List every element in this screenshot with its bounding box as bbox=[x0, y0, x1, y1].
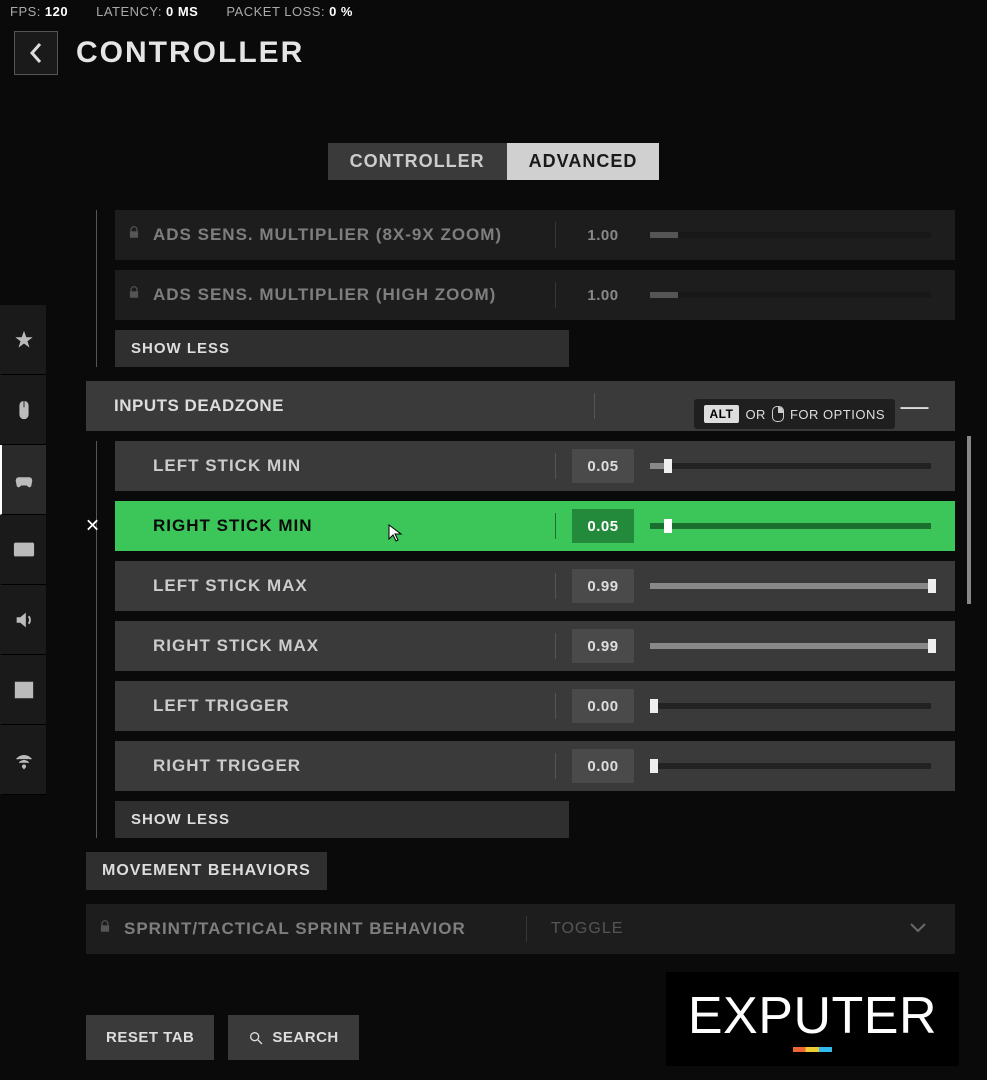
row-right-trigger[interactable]: RIGHT TRIGGER 0.00 bbox=[115, 741, 955, 791]
settings-content: ADS SENS. MULTIPLIER (8X-9X ZOOM) 1.00 A… bbox=[86, 210, 955, 954]
sidebar-audio[interactable] bbox=[0, 585, 46, 655]
row-left-stick-min[interactable]: ALTorfor options LEFT STICK MIN 0.05 bbox=[115, 441, 955, 491]
sidebar-network[interactable] bbox=[0, 725, 46, 795]
value[interactable]: 0.05 bbox=[572, 449, 634, 483]
row-right-stick-min[interactable]: ✕ RIGHT STICK MIN 0.05 bbox=[115, 501, 955, 551]
row-right-stick-max[interactable]: RIGHT STICK MAX 0.99 bbox=[115, 621, 955, 671]
row-ads-8x-9x[interactable]: ADS SENS. MULTIPLIER (8X-9X ZOOM) 1.00 bbox=[115, 210, 955, 260]
row-left-trigger[interactable]: LEFT TRIGGER 0.00 bbox=[115, 681, 955, 731]
sidebar-interface[interactable] bbox=[0, 655, 46, 725]
slider[interactable] bbox=[650, 643, 931, 649]
show-less-button[interactable]: SHOW LESS bbox=[115, 801, 569, 838]
reset-tab-button[interactable]: RESET TAB bbox=[86, 1015, 214, 1060]
exputer-logo: exputer bbox=[666, 972, 959, 1066]
row-ads-high-zoom[interactable]: ADS SENS. MULTIPLIER (HIGH ZOOM) 1.00 bbox=[115, 270, 955, 320]
lock-icon bbox=[127, 226, 141, 245]
back-button[interactable] bbox=[14, 31, 58, 75]
slider[interactable] bbox=[650, 232, 931, 238]
sidebar-controller[interactable] bbox=[0, 445, 46, 515]
search-button[interactable]: SEARCH bbox=[228, 1015, 358, 1060]
close-icon[interactable]: ✕ bbox=[85, 516, 101, 537]
page-title: CONTROLLER bbox=[76, 36, 304, 70]
value: TOGGLE bbox=[551, 920, 623, 938]
lock-icon bbox=[98, 920, 112, 939]
scrollbar[interactable] bbox=[967, 436, 971, 604]
show-less-button[interactable]: SHOW LESS bbox=[115, 330, 569, 367]
sidebar-display[interactable] bbox=[0, 515, 46, 585]
value[interactable]: 0.05 bbox=[572, 509, 634, 543]
tab-controller[interactable]: CONTROLLER bbox=[328, 143, 507, 180]
tab-bar: CONTROLLER ADVANCED bbox=[0, 143, 987, 180]
slider[interactable] bbox=[650, 463, 931, 469]
mouse-icon bbox=[772, 406, 784, 422]
slider[interactable] bbox=[650, 292, 931, 298]
lock-icon bbox=[127, 286, 141, 305]
value[interactable]: 0.00 bbox=[572, 689, 634, 723]
tab-advanced[interactable]: ADVANCED bbox=[507, 143, 660, 180]
sidebar-mouse[interactable] bbox=[0, 375, 46, 445]
value[interactable]: 0.99 bbox=[572, 629, 634, 663]
slider[interactable] bbox=[650, 523, 931, 529]
slider[interactable] bbox=[650, 583, 931, 589]
slider[interactable] bbox=[650, 703, 931, 709]
value: 1.00 bbox=[572, 218, 634, 252]
category-sidebar bbox=[0, 305, 46, 795]
chevron-down-icon bbox=[909, 920, 927, 938]
options-tooltip: ALTorfor options bbox=[694, 399, 896, 429]
row-left-stick-max[interactable]: LEFT STICK MAX 0.99 bbox=[115, 561, 955, 611]
row-sprint-behavior[interactable]: SPRINT/TACTICAL SPRINT BEHAVIOR TOGGLE bbox=[86, 904, 955, 954]
perf-stats: FPS:120 LATENCY:0 MS PACKET LOSS:0 % bbox=[0, 0, 987, 23]
slider[interactable] bbox=[650, 763, 931, 769]
value: 1.00 bbox=[572, 278, 634, 312]
section-movement-behaviors[interactable]: MOVEMENT BEHAVIORS bbox=[86, 852, 327, 890]
value[interactable]: 0.99 bbox=[572, 569, 634, 603]
sidebar-favorites[interactable] bbox=[0, 305, 46, 375]
value[interactable]: 0.00 bbox=[572, 749, 634, 783]
collapse-icon: — bbox=[901, 390, 930, 422]
